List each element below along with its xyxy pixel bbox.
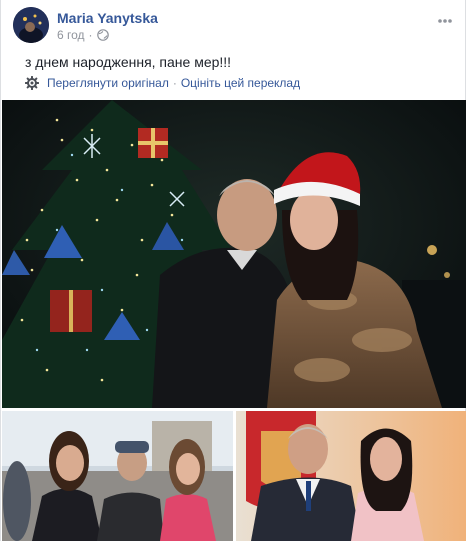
- post-photo-group[interactable]: [2, 411, 233, 541]
- meta-separator: ·: [88, 28, 93, 42]
- globe-icon[interactable]: [96, 29, 109, 41]
- post-meta: 6 год ·: [57, 28, 109, 42]
- more-options-icon[interactable]: [437, 8, 453, 29]
- post-photo-main[interactable]: [2, 100, 466, 408]
- translation-bar: Переглянути оригінал · Оцініть цей перек…: [25, 76, 300, 90]
- post-header: Maria Yanytska 6 год ·: [1, 0, 467, 48]
- translation-separator: ·: [172, 76, 177, 90]
- post-photo-event[interactable]: [236, 411, 466, 541]
- post-card: Maria Yanytska 6 год · з днем народження…: [0, 0, 466, 541]
- rate-translation-link[interactable]: Оцініть цей переклад: [181, 76, 300, 90]
- gear-icon[interactable]: [25, 76, 39, 90]
- post-timestamp[interactable]: 6 год: [57, 28, 85, 42]
- author-avatar[interactable]: [13, 7, 49, 43]
- view-original-link[interactable]: Переглянути оригінал: [47, 76, 169, 90]
- post-text: з днем народження, пане мер!!!: [25, 54, 232, 70]
- author-name[interactable]: Maria Yanytska: [57, 10, 158, 26]
